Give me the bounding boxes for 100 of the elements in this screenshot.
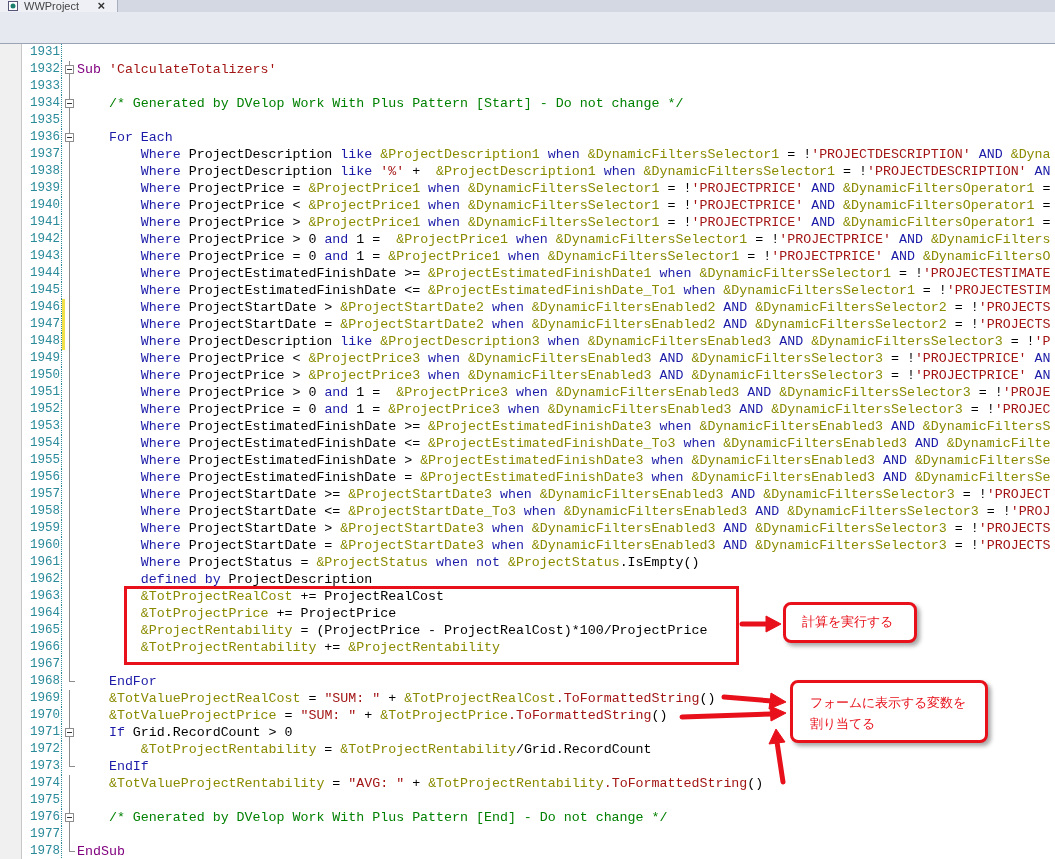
code-line: /* Generated by DVelop Work With Plus Pattern [End] - Do not change */ <box>107 809 668 826</box>
line-number: 1955 <box>30 452 60 469</box>
code-line: Where ProjectStartDate > &ProjectStartDate3 when &DynamicFiltersEnabled3 AND &DynamicFiltersSelector3 = !'PROJECTS <box>139 520 1051 537</box>
code-line: Where ProjectPrice > &ProjectPrice1 when &DynamicFiltersSelector1 = !'PROJECTPRICE' AND &DynamicFiltersOperator1 = <box>139 214 1051 231</box>
line-number: 1957 <box>30 486 60 503</box>
line-number: 1953 <box>30 418 60 435</box>
code-line: /* Generated by DVelop Work With Plus Pattern [Start] - Do not change */ <box>107 95 684 112</box>
line-number: 1932 <box>30 61 60 78</box>
line-number: 1936 <box>30 129 60 146</box>
line-number: 1935 <box>30 112 60 129</box>
code-line: Where ProjectDescription like &ProjectDescription3 when &DynamicFiltersEnabled3 AND &DynamicFiltersSelector3 = !'P <box>139 333 1051 350</box>
code-line: Where ProjectPrice = 0 and 1 = &ProjectPrice1 when &DynamicFiltersSelector1 = !'PROJECTPRICE' AND &DynamicFiltersO <box>139 248 1051 265</box>
code-line: Where ProjectEstimatedFinishDate > &ProjectEstimatedFinishDate3 when &DynamicFiltersEnabled3 AND &DynamicFiltersSe <box>139 452 1051 469</box>
line-number: 1942 <box>30 231 60 248</box>
line-number: 1938 <box>30 163 60 180</box>
code-line: Sub 'CalculateTotalizers' <box>77 61 277 78</box>
line-number: 1934 <box>30 95 60 112</box>
editor-tab[interactable]: WWProject × <box>0 0 118 12</box>
code-line: &TotValueProjectRentability = "AVG: " + &TotProjectRentability.ToFormattedString() <box>107 775 764 792</box>
code-line: Where ProjectPrice > 0 and 1 = &ProjectPrice3 when &DynamicFiltersEnabled3 AND &DynamicFiltersSelector3 = !'PROJE <box>139 384 1051 401</box>
code-line: Where ProjectStartDate = &ProjectStartDate2 when &DynamicFiltersEnabled2 AND &DynamicFiltersSelector2 = !'PROJECTS <box>139 316 1051 333</box>
line-number: 1950 <box>30 367 60 384</box>
code-line: &TotProjectPrice += ProjectPrice <box>139 605 397 622</box>
code-line: Where ProjectDescription like &ProjectDescription1 when &DynamicFiltersSelector1 = !'PROJECTDESCRIPTION' AND &Dyna <box>139 146 1051 163</box>
line-number: 1947 <box>30 316 60 333</box>
code-line: If Grid.RecordCount > 0 <box>107 724 293 741</box>
line-number: 1972 <box>30 741 60 758</box>
code-line: Where ProjectPrice < &ProjectPrice3 when &DynamicFiltersEnabled3 AND &DynamicFiltersSelector3 = !'PROJECTPRICE' AN <box>139 350 1051 367</box>
line-number: 1975 <box>30 792 60 809</box>
code-line: Where ProjectEstimatedFinishDate >= &ProjectEstimatedFinishDate1 when &DynamicFiltersSelector1 = !'PROJECTESTIMATE <box>139 265 1051 282</box>
line-number: 1956 <box>30 469 60 486</box>
tab-title: WWProject <box>24 0 79 12</box>
line-number: 1964 <box>30 605 60 622</box>
code-line: Where ProjectStartDate >= &ProjectStartDate3 when &DynamicFiltersEnabled3 AND &DynamicFiltersSelector3 = !'PROJECT <box>139 486 1051 503</box>
line-number: 1949 <box>30 350 60 367</box>
document-icon <box>8 1 18 11</box>
code-line: Where ProjectPrice = 0 and 1 = &ProjectPrice3 when &DynamicFiltersEnabled3 AND &DynamicFiltersSelector3 = !'PROJEC <box>139 401 1051 418</box>
line-number: 1962 <box>30 571 60 588</box>
close-button[interactable]: × <box>97 0 105 12</box>
line-number: 1944 <box>30 265 60 282</box>
line-number: 1941 <box>30 214 60 231</box>
line-number: 1977 <box>30 826 60 843</box>
code-line: Where ProjectPrice = &ProjectPrice1 when &DynamicFiltersSelector1 = !'PROJECTPRICE' AND &DynamicFiltersOperator1 = <box>139 180 1051 197</box>
line-number: 1967 <box>30 656 60 673</box>
line-number: 1940 <box>30 197 60 214</box>
line-number: 1954 <box>30 435 60 452</box>
line-number: 1960 <box>30 537 60 554</box>
collapse-icon[interactable] <box>65 813 74 822</box>
line-number: 1965 <box>30 622 60 639</box>
code-line: Where ProjectEstimatedFinishDate <= &ProjectEstimatedFinishDate_To1 when &DynamicFiltersSelector1 = !'PROJECTESTIM <box>139 282 1051 299</box>
collapse-icon[interactable] <box>65 728 74 737</box>
line-number: 1948 <box>30 333 60 350</box>
line-number: 1937 <box>30 146 60 163</box>
code-line: For Each <box>107 129 173 146</box>
line-number: 1963 <box>30 588 60 605</box>
callout-box: フォームに表示する変数を 割り当てる <box>790 680 988 743</box>
code-line: Where ProjectPrice > 0 and 1 = &ProjectPrice1 when &DynamicFiltersSelector1 = !'PROJECTPRICE' AND &DynamicFilters <box>139 231 1051 248</box>
line-number: 1968 <box>30 673 60 690</box>
code-line: Where ProjectEstimatedFinishDate = &ProjectEstimatedFinishDate3 when &DynamicFiltersEnabled3 AND &DynamicFiltersSe <box>139 469 1051 486</box>
line-number: 1969 <box>30 690 60 707</box>
code-line: Where ProjectStartDate <= &ProjectStartDate_To3 when &DynamicFiltersEnabled3 AND &DynamicFiltersSelector3 = !'PROJ <box>139 503 1051 520</box>
line-number: 1974 <box>30 775 60 792</box>
line-number: 1959 <box>30 520 60 537</box>
code-line: &TotProjectRentability += &ProjectRentability <box>139 639 500 656</box>
code-line: &TotValueProjectPrice = "SUM: " + &TotProjectPrice.ToFormattedString() <box>107 707 668 724</box>
line-number: 1945 <box>30 282 60 299</box>
code-line: Where ProjectStartDate > &ProjectStartDate2 when &DynamicFiltersEnabled2 AND &DynamicFiltersSelector2 = !'PROJECTS <box>139 299 1051 316</box>
line-number: 1931 <box>30 44 60 61</box>
callout-box: 計算を実行する <box>783 602 917 643</box>
line-number: 1958 <box>30 503 60 520</box>
line-number: 1966 <box>30 639 60 656</box>
code-line: Where ProjectPrice < &ProjectPrice1 when &DynamicFiltersSelector1 = !'PROJECTPRICE' AND &DynamicFiltersOperator1 = <box>139 197 1051 214</box>
code-line: &TotProjectRealCost += ProjectRealCost <box>139 588 445 605</box>
code-line: EndSub <box>77 843 125 859</box>
code-line: &ProjectRentability = (ProjectPrice - ProjectRealCost)*100/ProjectPrice <box>139 622 708 639</box>
code-line: defined by ProjectDescription <box>139 571 373 588</box>
collapse-icon[interactable] <box>65 65 74 74</box>
line-number: 1976 <box>30 809 60 826</box>
code-line: Where ProjectEstimatedFinishDate >= &ProjectEstimatedFinishDate3 when &DynamicFiltersEnabled3 AND &DynamicFiltersS <box>139 418 1051 435</box>
arrow <box>768 728 786 785</box>
line-number: 1952 <box>30 401 60 418</box>
line-number: 1971 <box>30 724 60 741</box>
code-line: &TotProjectRentability = &TotProjectRentability/Grid.RecordCount <box>139 741 652 758</box>
line-number: 1978 <box>30 843 60 859</box>
collapse-icon[interactable] <box>65 133 74 142</box>
line-number: 1933 <box>30 78 60 95</box>
code-line: Where ProjectStartDate = &ProjectStartDate3 when &DynamicFiltersEnabled3 AND &DynamicFiltersSelector3 = !'PROJECTS <box>139 537 1051 554</box>
line-number: 1943 <box>30 248 60 265</box>
code-line: Where ProjectEstimatedFinishDate <= &ProjectEstimatedFinishDate_To3 when &DynamicFiltersEnabled3 AND &DynamicFilte <box>139 435 1051 452</box>
line-number: 1961 <box>30 554 60 571</box>
line-number: 1973 <box>30 758 60 775</box>
code-line: EndFor <box>107 673 157 690</box>
code-line: &TotValueProjectRealCost = "SUM: " + &TotProjectRealCost.ToFormattedString() <box>107 690 716 707</box>
arrow <box>739 615 782 633</box>
code-line: Where ProjectPrice > &ProjectPrice3 when &DynamicFiltersEnabled3 AND &DynamicFiltersSelector3 = !'PROJECTPRICE' AN <box>139 367 1051 384</box>
line-number: 1951 <box>30 384 60 401</box>
collapse-icon[interactable] <box>65 99 74 108</box>
code-line: EndIf <box>107 758 149 775</box>
line-number: 1970 <box>30 707 60 724</box>
line-number: 1939 <box>30 180 60 197</box>
